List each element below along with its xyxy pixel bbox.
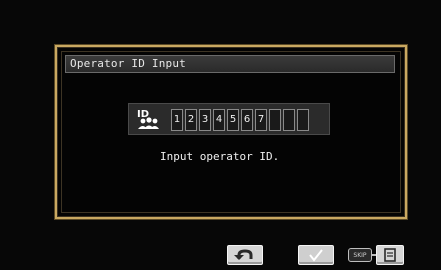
skip-control[interactable]: SKIP bbox=[348, 245, 404, 265]
checkmark-icon bbox=[309, 249, 323, 262]
prompt-text: Input operator ID. bbox=[160, 150, 280, 163]
id-digit-5: 5 bbox=[227, 109, 239, 131]
operator-id-field[interactable]: ID 1 2 3 4 5 6 7 bbox=[128, 103, 330, 135]
id-digit-3: 3 bbox=[199, 109, 211, 131]
id-digit-9 bbox=[283, 109, 295, 131]
skip-label: SKIP bbox=[348, 248, 372, 262]
document-icon bbox=[384, 248, 396, 262]
skip-button[interactable] bbox=[376, 245, 404, 265]
id-digit-4: 4 bbox=[213, 109, 225, 131]
operator-id-icon: ID bbox=[135, 107, 161, 133]
id-digit-7: 7 bbox=[255, 109, 267, 131]
return-arrow-icon bbox=[234, 249, 253, 260]
id-digit-1: 1 bbox=[171, 109, 183, 131]
back-button[interactable] bbox=[227, 245, 263, 265]
id-digit-2: 2 bbox=[185, 109, 197, 131]
dialog-title: Operator ID Input bbox=[65, 55, 395, 73]
id-digit-8 bbox=[269, 109, 281, 131]
confirm-button[interactable] bbox=[298, 245, 334, 265]
id-digit-6: 6 bbox=[241, 109, 253, 131]
id-digit-10 bbox=[297, 109, 309, 131]
